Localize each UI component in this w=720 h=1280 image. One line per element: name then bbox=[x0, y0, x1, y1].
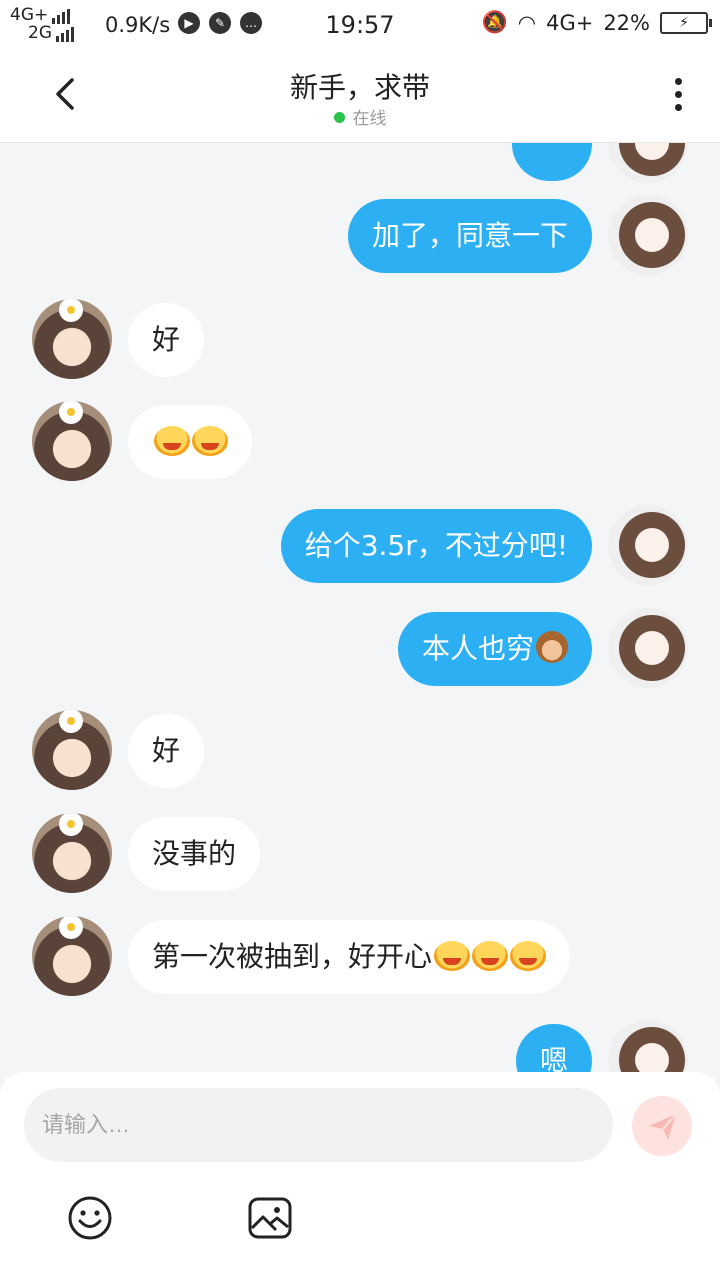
message-bubble[interactable] bbox=[512, 143, 592, 181]
battery-icon: ⚡ bbox=[660, 11, 712, 34]
flower-decoration bbox=[62, 918, 80, 936]
presence-status: 在线 bbox=[0, 104, 720, 129]
message-bubble[interactable]: 好 bbox=[128, 714, 205, 788]
message-bubble[interactable]: 第一次被抽到，好开心 bbox=[128, 920, 571, 994]
send-button[interactable] bbox=[632, 1096, 692, 1156]
message-bubble[interactable]: 嗯 bbox=[515, 1024, 592, 1073]
message-row: 本人也穷 bbox=[0, 608, 720, 688]
my-avatar[interactable] bbox=[608, 608, 688, 688]
message-text: 没事的 bbox=[152, 837, 237, 870]
message-bubble[interactable]: 本人也穷 bbox=[397, 612, 592, 686]
contact-avatar[interactable] bbox=[32, 401, 112, 481]
flower-decoration bbox=[62, 815, 80, 833]
message-row bbox=[0, 143, 720, 183]
message-text: 嗯 bbox=[539, 1044, 568, 1073]
message-text: 本人也穷 bbox=[421, 632, 534, 665]
send-icon bbox=[649, 1113, 677, 1140]
message-bubble[interactable]: 好 bbox=[128, 303, 205, 377]
status-bar: 4G+ 2G 0.9K/s ▶ ✎ … 19:57 🔕 ◠ 4G+ 22% ⚡ bbox=[0, 0, 720, 50]
message-bubble[interactable] bbox=[128, 405, 252, 479]
input-bar bbox=[0, 1072, 720, 1280]
chat-title: 新手，求带 bbox=[289, 71, 430, 104]
message-row: 给个3.5r，不过分吧! bbox=[0, 505, 720, 585]
my-avatar[interactable] bbox=[608, 505, 688, 585]
my-avatar[interactable] bbox=[608, 143, 688, 183]
smiley-icon[interactable] bbox=[66, 1194, 114, 1242]
mute-icon: 🔕 bbox=[481, 10, 508, 34]
message-row: 好 bbox=[0, 710, 720, 790]
message-text: 加了，同意一下 bbox=[371, 219, 568, 252]
laughing-emoji-icon bbox=[472, 941, 509, 971]
message-row: 加了，同意一下 bbox=[0, 195, 720, 275]
laughing-emoji-icon bbox=[434, 941, 471, 971]
message-bubble[interactable]: 没事的 bbox=[128, 817, 261, 891]
network-type-3: 4G+ bbox=[546, 10, 594, 35]
laughing-emoji-icon bbox=[510, 941, 547, 971]
image-icon[interactable] bbox=[246, 1194, 294, 1242]
monkey-emoji-icon bbox=[536, 631, 568, 663]
contact-avatar[interactable] bbox=[32, 916, 112, 996]
chat-header: 新手，求带 在线 bbox=[0, 50, 720, 143]
message-text: 第一次被抽到，好开心 bbox=[152, 940, 433, 973]
contact-avatar[interactable] bbox=[32, 710, 112, 790]
message-text: 好 bbox=[152, 734, 181, 767]
laughing-emoji-icon bbox=[192, 426, 228, 456]
my-avatar[interactable] bbox=[608, 195, 688, 275]
message-text: 好 bbox=[152, 323, 181, 356]
wifi-icon: ◠ bbox=[517, 10, 537, 35]
my-avatar[interactable] bbox=[608, 1020, 688, 1073]
more-vertical-icon[interactable] bbox=[670, 78, 686, 118]
message-row bbox=[0, 401, 720, 481]
message-text: 给个3.5r，不过分吧! bbox=[304, 529, 568, 562]
presence-label: 在线 bbox=[352, 109, 387, 129]
message-row: 没事的 bbox=[0, 813, 720, 893]
message-list[interactable]: 加了，同意一下 好 给个3.5r，不过分吧! 本人也穷 好 没事的 第一次被抽到… bbox=[0, 143, 720, 1073]
flower-decoration bbox=[62, 301, 80, 319]
online-dot bbox=[333, 112, 345, 123]
message-input[interactable] bbox=[24, 1088, 613, 1162]
message-row: 好 bbox=[0, 299, 720, 379]
message-bubble[interactable]: 给个3.5r，不过分吧! bbox=[280, 509, 592, 583]
flower-decoration bbox=[62, 403, 80, 421]
laughing-emoji-icon bbox=[154, 426, 190, 456]
flower-decoration bbox=[62, 712, 80, 730]
contact-avatar[interactable] bbox=[32, 299, 112, 379]
battery-percent: 22% bbox=[603, 10, 650, 35]
message-row: 嗯 bbox=[0, 1020, 720, 1073]
contact-avatar[interactable] bbox=[32, 813, 112, 893]
system-indicators: 🔕 ◠ 4G+ 22% ⚡ bbox=[481, 10, 712, 35]
message-row: 第一次被抽到，好开心 bbox=[0, 916, 720, 996]
message-bubble[interactable]: 加了，同意一下 bbox=[347, 199, 592, 273]
